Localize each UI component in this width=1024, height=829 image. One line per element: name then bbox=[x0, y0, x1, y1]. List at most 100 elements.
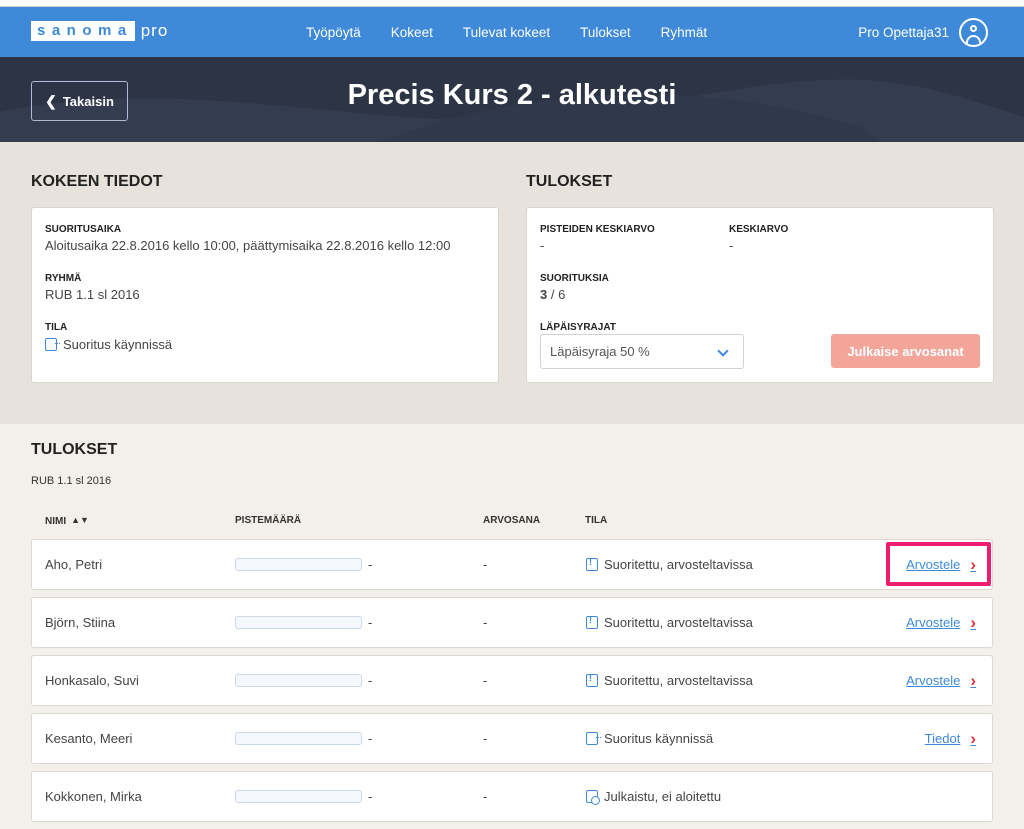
results-summary-card: PISTEIDEN KESKIARVO - KESKIARVO - SUORIT… bbox=[526, 207, 994, 383]
row-action-label[interactable]: Tiedot bbox=[925, 731, 961, 746]
status-text: Suoritus käynnissä bbox=[604, 731, 714, 746]
nav-link-tulevat-kokeet[interactable]: Tulevat kokeet bbox=[463, 25, 550, 40]
score-text: - bbox=[368, 673, 373, 688]
chevron-right-icon[interactable]: › bbox=[970, 671, 976, 691]
row-action-link[interactable]: Tiedot › bbox=[925, 714, 976, 763]
alert-doc-icon bbox=[586, 615, 598, 629]
points-avg-value: - bbox=[540, 238, 545, 253]
nav-link-kokeet[interactable]: Kokeet bbox=[391, 25, 433, 40]
nav-link-tyopoyta[interactable]: Työpöytä bbox=[306, 25, 361, 40]
logo-word: sanoma bbox=[31, 21, 135, 41]
time-label: SUORITUSAIKA bbox=[45, 224, 122, 235]
row-action-link[interactable]: Arvostele › bbox=[906, 656, 976, 705]
results-group: RUB 1.1 sl 2016 bbox=[31, 475, 112, 487]
publish-grades-button[interactable]: Julkaise arvosanat bbox=[831, 334, 980, 368]
points-avg-label: PISTEIDEN KESKIARVO bbox=[540, 224, 655, 235]
score-bar bbox=[235, 674, 362, 687]
in-progress-icon bbox=[45, 338, 60, 351]
alert-doc-icon bbox=[586, 673, 598, 687]
row-action-link[interactable]: Arvostele › bbox=[906, 540, 976, 589]
attempts-value: 3 / 6 bbox=[540, 287, 565, 302]
chevron-right-icon[interactable]: › bbox=[970, 729, 976, 749]
column-header-score: PISTEMÄÄRÄ bbox=[235, 515, 302, 526]
browser-top-edge bbox=[0, 0, 1024, 7]
score-text: - bbox=[368, 789, 373, 804]
attempts-done: 3 bbox=[540, 287, 548, 302]
row-action-label[interactable]: Arvostele bbox=[906, 673, 960, 688]
status-cell: Suoritettu, arvosteltavissa bbox=[586, 656, 753, 705]
table-row[interactable]: Björn, Stiina - - Suoritettu, arvosteltavis… bbox=[31, 597, 993, 648]
exam-info-heading: KOKEEN TIEDOT bbox=[31, 173, 163, 190]
attempts-total: / 6 bbox=[550, 287, 566, 302]
nav-link-tulokset[interactable]: Tulokset bbox=[580, 25, 631, 40]
student-name: Kesanto, Meeri bbox=[45, 731, 133, 746]
score-bar bbox=[235, 616, 362, 629]
table-row[interactable]: Aho, Petri - - Suoritettu, arvosteltavissa A… bbox=[31, 539, 993, 590]
user-menu[interactable]: Pro Opettaja31 bbox=[858, 7, 988, 57]
chevron-down-icon bbox=[717, 345, 729, 357]
user-avatar-icon[interactable] bbox=[959, 17, 988, 47]
grade-cell: - bbox=[483, 731, 488, 746]
score-text: - bbox=[368, 615, 373, 630]
pass-limit-select[interactable]: Läpäisyraja 50 % bbox=[540, 334, 744, 369]
column-header-status: TILA bbox=[585, 515, 608, 526]
results-summary-heading: TULOKSET bbox=[526, 173, 613, 190]
main-nav: Työpöytä Kokeet Tulevat kokeet Tulokset … bbox=[306, 7, 737, 57]
student-name: Björn, Stiina bbox=[45, 615, 116, 630]
column-header-name[interactable]: NIMI ▲▼ bbox=[45, 515, 89, 527]
table-row[interactable]: Kesanto, Meeri - - Suoritus käynnissä Tiedot… bbox=[31, 713, 993, 764]
results-heading: TULOKSET bbox=[31, 441, 118, 458]
group-value: RUB 1.1 sl 2016 bbox=[45, 287, 140, 302]
student-name: Kokkonen, Mirka bbox=[45, 789, 142, 804]
row-action-label[interactable]: Arvostele bbox=[906, 557, 960, 572]
top-navbar: sanoma pro Työpöytä Kokeet Tulevat kokee… bbox=[0, 7, 1024, 57]
score-cell: - bbox=[235, 714, 372, 763]
score-bar bbox=[235, 790, 362, 803]
state-value: Suoritus käynnissä bbox=[45, 337, 172, 352]
column-header-grade: ARVOSANA bbox=[483, 515, 541, 526]
status-text: Suoritettu, arvosteltavissa bbox=[604, 673, 753, 688]
sanoma-pro-logo[interactable]: sanoma pro bbox=[31, 21, 168, 41]
row-action-label[interactable]: Arvostele bbox=[906, 615, 960, 630]
table-row[interactable]: Kokkonen, Mirka - - Julkaistu, ei aloitettu bbox=[31, 771, 993, 822]
score-cell: - bbox=[235, 598, 372, 647]
status-text: Suoritettu, arvosteltavissa bbox=[604, 615, 753, 630]
pass-limit-label: LÄPÄISYRAJAT bbox=[540, 322, 616, 333]
status-cell: Suoritettu, arvosteltavissa bbox=[586, 540, 753, 589]
summary-section: KOKEEN TIEDOT SUORITUSAIKA Aloitusaika 2… bbox=[0, 142, 1024, 424]
row-action-link[interactable]: Arvostele › bbox=[906, 598, 976, 647]
avg-label: KESKIARVO bbox=[729, 224, 789, 235]
student-name: Honkasalo, Suvi bbox=[45, 673, 139, 688]
page-title: Precis Kurs 2 - alkutesti bbox=[347, 79, 677, 111]
in-progress-icon bbox=[586, 732, 601, 745]
status-text: Suoritettu, arvosteltavissa bbox=[604, 557, 753, 572]
score-cell: - bbox=[235, 656, 372, 705]
student-name: Aho, Petri bbox=[45, 557, 103, 572]
chevron-right-icon[interactable]: › bbox=[970, 555, 976, 575]
score-bar bbox=[235, 558, 362, 571]
status-cell: Suoritettu, arvosteltavissa bbox=[586, 598, 753, 647]
table-row[interactable]: Honkasalo, Suvi - - Suoritettu, arvosteltav… bbox=[31, 655, 993, 706]
nav-link-ryhmat[interactable]: Ryhmät bbox=[661, 25, 708, 40]
score-cell: - bbox=[235, 772, 372, 821]
sort-icon[interactable]: ▲▼ bbox=[71, 515, 89, 525]
score-bar bbox=[235, 732, 362, 745]
alert-doc-icon bbox=[586, 557, 598, 571]
user-name: Pro Opettaja31 bbox=[858, 24, 949, 40]
status-cell: Julkaistu, ei aloitettu bbox=[586, 772, 721, 821]
score-text: - bbox=[368, 731, 373, 746]
chevron-right-icon[interactable]: › bbox=[970, 613, 976, 633]
score-cell: - bbox=[235, 540, 372, 589]
pass-limit-selected: Läpäisyraja 50 % bbox=[550, 344, 650, 359]
status-cell: Suoritus käynnissä bbox=[586, 714, 713, 763]
grade-cell: - bbox=[483, 789, 488, 804]
score-text: - bbox=[368, 557, 373, 572]
grade-cell: - bbox=[483, 673, 488, 688]
column-header-name-label: NIMI bbox=[45, 516, 67, 527]
state-label: TILA bbox=[45, 322, 68, 333]
attempts-label: SUORITUKSIA bbox=[540, 273, 609, 284]
time-value: Aloitusaika 22.8.2016 kello 10:00, päätt… bbox=[45, 238, 451, 253]
logo-suffix: pro bbox=[140, 21, 169, 40]
grade-cell: - bbox=[483, 557, 488, 572]
state-text: Suoritus käynnissä bbox=[63, 337, 173, 352]
